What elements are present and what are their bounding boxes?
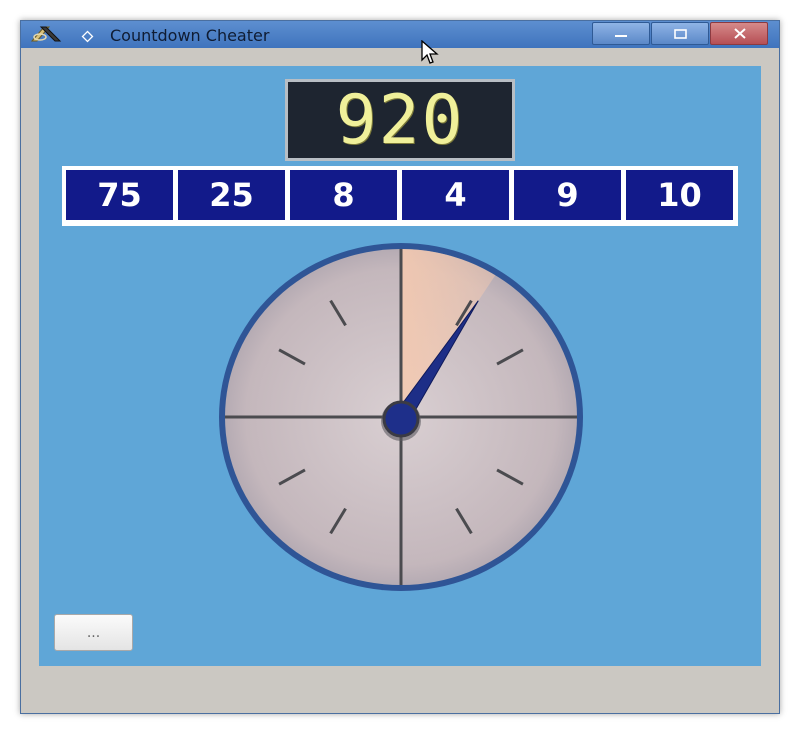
app-window: Countdown Cheater 920 75 25 8 4 9 10 ... (20, 20, 780, 714)
window-title: Countdown Cheater (110, 26, 270, 45)
number-tile[interactable]: 8 (290, 170, 397, 220)
clock-hub (382, 400, 420, 438)
number-tile[interactable]: 25 (178, 170, 285, 220)
number-tile[interactable]: 9 (514, 170, 621, 220)
number-tile[interactable]: 75 (66, 170, 173, 220)
close-icon (734, 28, 746, 39)
app-logo-icon[interactable] (29, 23, 65, 45)
minimize-icon (615, 35, 627, 37)
more-options-button[interactable]: ... (54, 614, 133, 651)
maximize-icon (674, 29, 687, 39)
title-bar[interactable]: Countdown Cheater (21, 21, 779, 48)
target-display: 920 (285, 79, 515, 161)
target-value: 920 (335, 80, 465, 160)
maximize-button[interactable] (651, 22, 709, 45)
number-tiles: 75 25 8 4 9 10 (62, 166, 738, 226)
mouse-cursor-icon (421, 40, 439, 64)
close-button[interactable] (710, 22, 768, 45)
minimize-button[interactable] (592, 22, 650, 45)
countdown-clock (219, 243, 583, 591)
number-tile[interactable]: 4 (402, 170, 509, 220)
number-tile[interactable]: 10 (626, 170, 733, 220)
window-menu-diamond-icon[interactable] (81, 28, 94, 43)
main-panel: 920 75 25 8 4 9 10 ... (39, 66, 761, 666)
